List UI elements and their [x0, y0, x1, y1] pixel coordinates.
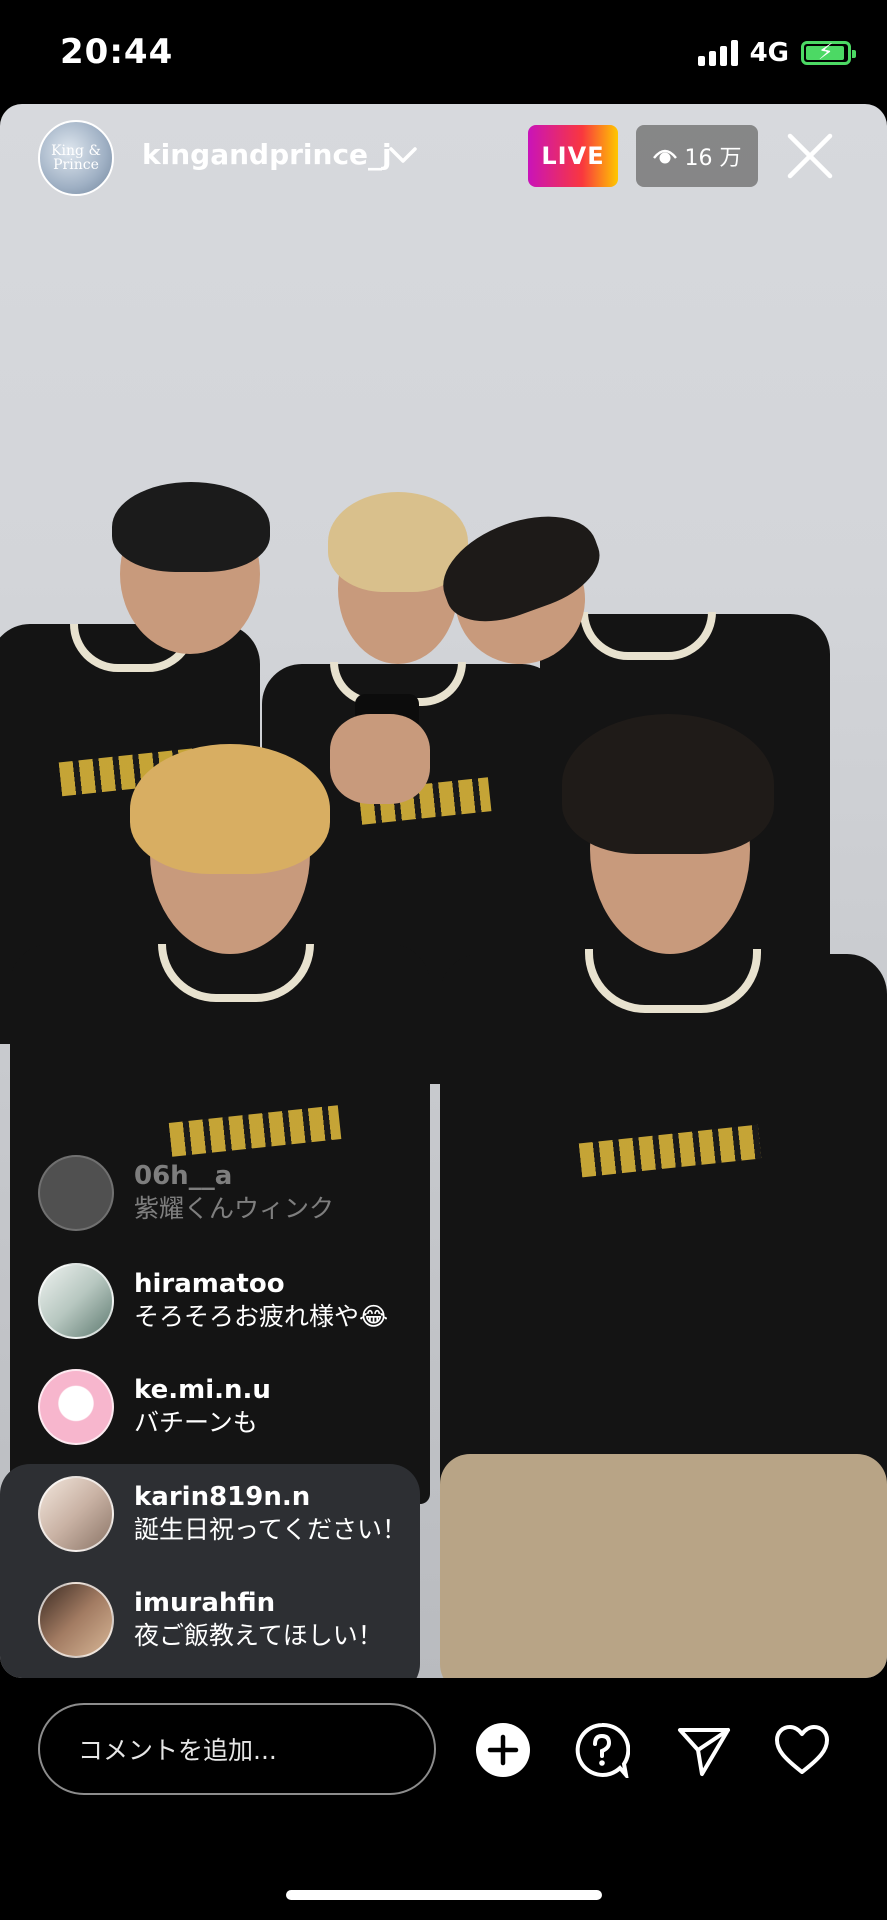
status-indicators: 4G ⚡	[697, 38, 856, 68]
network-type: 4G	[749, 38, 789, 68]
broadcaster-username[interactable]: kingandprince_j	[142, 138, 392, 171]
comment-username: karin819n.n	[134, 1482, 311, 1512]
viewer-count-badge[interactable]: 16 万	[636, 125, 758, 187]
list-item[interactable]: ke.mi.n.u バチーンも	[38, 1369, 271, 1445]
avatar	[38, 1263, 114, 1339]
battery-icon: ⚡	[801, 41, 856, 65]
comment-message: バチーンも	[134, 1408, 258, 1437]
avatar	[38, 1369, 114, 1445]
comment-input[interactable]: コメントを追加...	[38, 1703, 436, 1795]
comment-message: 夜ご飯教えてほしい！	[134, 1621, 383, 1650]
live-badge: LIVE	[528, 125, 618, 187]
add-icon[interactable]	[475, 1722, 531, 1778]
comment-message: 誕生日祝ってください！	[134, 1515, 408, 1544]
list-item[interactable]: karin819n.n 誕生日祝ってください！	[38, 1476, 407, 1552]
list-item[interactable]: 06h__a 紫耀くんウィンク	[38, 1155, 334, 1231]
signal-icon	[697, 40, 738, 66]
home-indicator[interactable]	[286, 1890, 602, 1900]
send-icon[interactable]	[676, 1722, 732, 1778]
broadcaster-avatar[interactable]: King & Prince	[38, 120, 114, 196]
status-time: 20:44	[60, 32, 174, 72]
comment-message: そろそろお疲れ様や😂	[134, 1302, 389, 1331]
comment-username: ke.mi.n.u	[134, 1375, 271, 1405]
chevron-down-icon[interactable]	[388, 140, 418, 170]
comment-username: imurahfin	[134, 1588, 276, 1618]
list-item[interactable]: hiramatoo そろそろお疲れ様や😂	[38, 1263, 388, 1339]
question-icon[interactable]	[574, 1722, 630, 1778]
comment-username: hiramatoo	[134, 1269, 285, 1299]
person-front-right	[440, 954, 887, 1494]
avatar	[38, 1476, 114, 1552]
avatar-logo-text: King & Prince	[51, 143, 101, 173]
comment-username: 06h__a	[134, 1161, 233, 1191]
viewer-count: 16 万	[684, 146, 742, 171]
avatar	[38, 1582, 114, 1658]
list-item[interactable]: imurahfin 夜ご飯教えてほしい！	[38, 1582, 383, 1658]
avatar	[38, 1155, 114, 1231]
eye-icon	[652, 149, 677, 164]
close-icon[interactable]	[782, 128, 838, 184]
heart-icon[interactable]	[774, 1722, 830, 1778]
comment-message: 紫耀くんウィンク	[134, 1194, 335, 1223]
